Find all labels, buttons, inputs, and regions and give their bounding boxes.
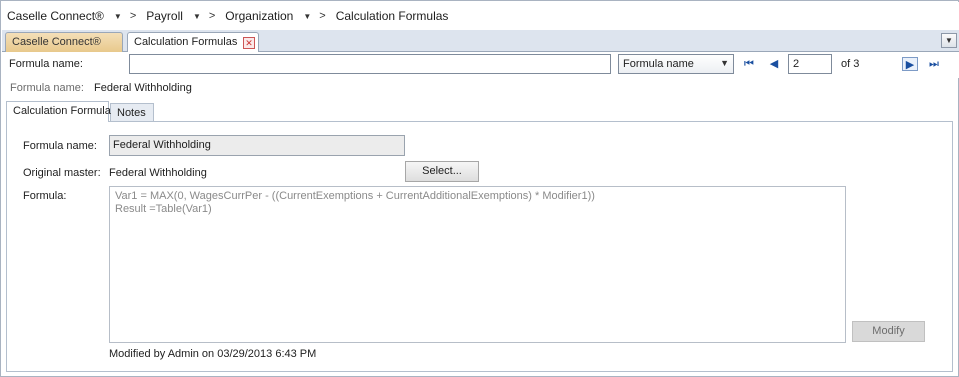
tab-calculation-formulas[interactable]: Calculation Formulas ✕: [127, 32, 259, 53]
search-field-select[interactable]: Formula name ▼: [618, 54, 734, 74]
breadcrumb-label[interactable]: Payroll: [146, 9, 183, 23]
app-window: Caselle Connect® ▼ > Payroll ▼ > Organiz…: [0, 0, 959, 377]
record-label: Formula name:: [10, 82, 84, 94]
next-record-icon[interactable]: ▶: [902, 57, 918, 71]
record-number-input[interactable]: [788, 54, 832, 74]
dropdown-arrow-icon[interactable]: ▼: [114, 12, 122, 21]
formula-label: Formula:: [23, 190, 67, 202]
tab-calculation-formula[interactable]: Calculation Formula: [6, 101, 111, 122]
tab-label[interactable]: Notes: [117, 107, 146, 119]
breadcrumb-label[interactable]: Caselle Connect®: [7, 9, 104, 23]
breadcrumb-label: Calculation Formulas: [335, 9, 449, 23]
select-value: Formula name: [623, 58, 694, 70]
chevron-down-icon: ▼: [720, 58, 729, 68]
formula-name-field: Federal Withholding: [109, 135, 405, 156]
tab-label[interactable]: Calculation Formula: [13, 105, 111, 117]
breadcrumb-separator: >: [129, 10, 137, 22]
original-master-value: Federal Withholding: [109, 167, 207, 179]
chevron-down-icon[interactable]: ▼: [941, 33, 957, 48]
last-record-icon[interactable]: ⏭: [926, 57, 942, 71]
breadcrumb-label[interactable]: Organization: [225, 9, 293, 23]
original-master-label: Original master:: [23, 167, 101, 179]
first-record-icon[interactable]: ⏮: [741, 57, 757, 71]
tab-label[interactable]: Calculation Formulas: [134, 36, 237, 48]
document-tab-strip: Caselle Connect® Calculation Formulas ✕ …: [2, 30, 959, 53]
breadcrumb-item-payroll[interactable]: Payroll ▼: [146, 9, 201, 23]
formula-name-label: Formula name:: [23, 140, 97, 152]
modify-button[interactable]: Modify: [852, 321, 925, 342]
tab-notes[interactable]: Notes: [110, 103, 154, 121]
breadcrumb-separator: >: [208, 10, 216, 22]
search-label: Formula name:: [9, 58, 83, 70]
tab-label[interactable]: Caselle Connect®: [12, 36, 101, 48]
breadcrumb-separator: >: [319, 10, 326, 22]
dropdown-arrow-icon[interactable]: ▼: [193, 12, 201, 21]
calculation-formula-panel: Formula name: Federal Withholding Origin…: [6, 121, 953, 372]
search-input[interactable]: [129, 54, 611, 74]
modified-info: Modified by Admin on 03/29/2013 6:43 PM: [109, 348, 317, 360]
previous-record-icon[interactable]: ◀: [766, 57, 782, 71]
breadcrumb-item-caselle[interactable]: Caselle Connect® ▼: [7, 9, 122, 23]
formula-textarea[interactable]: Var1 = MAX(0, WagesCurrPer - ((CurrentEx…: [109, 186, 846, 343]
record-value: Federal Withholding: [94, 82, 192, 94]
breadcrumb-item-calculation-formulas: Calculation Formulas: [336, 9, 449, 23]
breadcrumb: Caselle Connect® ▼ > Payroll ▼ > Organiz…: [2, 2, 959, 30]
close-icon[interactable]: ✕: [243, 37, 255, 49]
search-bar: Formula name: Formula name ▼ ⏮ ◀ of 3 ▶ …: [2, 52, 959, 78]
tab-caselle-connect[interactable]: Caselle Connect®: [5, 32, 123, 52]
record-total: of 3: [841, 58, 860, 70]
breadcrumb-item-organization[interactable]: Organization ▼: [225, 9, 311, 23]
select-button[interactable]: Select...: [405, 161, 479, 182]
dropdown-arrow-icon[interactable]: ▼: [303, 12, 311, 21]
